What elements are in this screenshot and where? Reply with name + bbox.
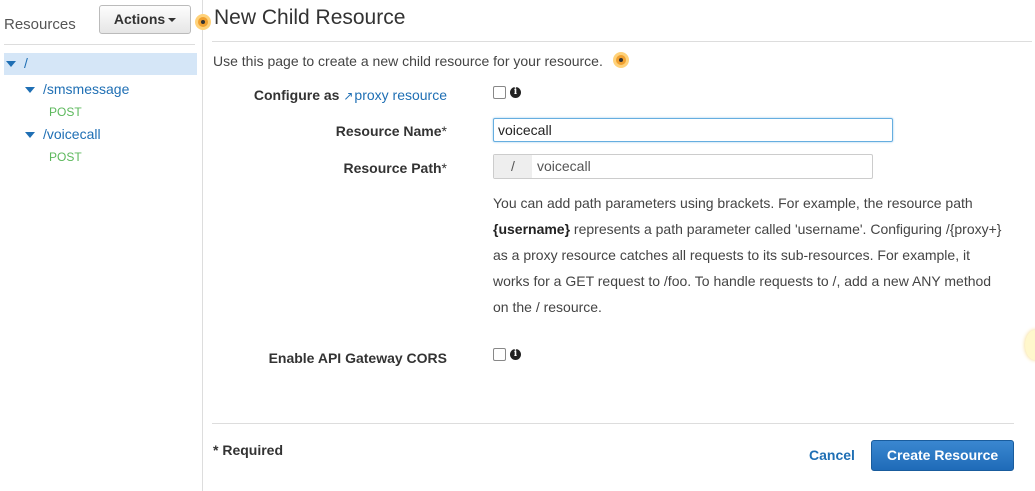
expand-triangle-icon[interactable]	[25, 132, 35, 138]
path-prefix: /	[494, 155, 532, 178]
method-post[interactable]: POST	[49, 150, 82, 164]
help-line: on the / resource.	[493, 294, 1013, 320]
tree-item-root[interactable]: /	[4, 53, 197, 75]
help-text: on the / resource.	[493, 299, 602, 315]
cors-label: Enable API Gateway CORS	[268, 350, 447, 366]
method-post[interactable]: POST	[49, 105, 82, 119]
help-line: as a proxy resource catches all requests…	[493, 242, 1013, 268]
caret-down-icon	[168, 18, 177, 23]
external-link-icon: ↗	[343, 89, 354, 103]
help-line: {username} represents a path parameter c…	[493, 216, 1013, 242]
create-resource-button[interactable]: Create Resource	[871, 440, 1014, 471]
resources-title: Resources	[4, 16, 76, 33]
help-text: represents a path parameter called 'user…	[570, 221, 1002, 237]
help-line: You can add path parameters using bracke…	[493, 190, 1013, 216]
help-bold: {username}	[493, 221, 571, 237]
resource-path-input[interactable]: / voicecall	[493, 154, 873, 179]
info-icon[interactable]: i	[510, 349, 521, 360]
cors-checkbox[interactable]	[493, 348, 506, 361]
resource-name-input[interactable]: voicecall	[493, 118, 893, 142]
actions-button[interactable]: Actions	[99, 5, 191, 34]
configure-proxy-label: Configure as ↗proxy resource	[254, 87, 447, 103]
hotspot-marker-icon	[1025, 330, 1035, 360]
tree-item-label: /smsmessage	[43, 81, 130, 97]
divider	[212, 423, 1014, 424]
expand-triangle-icon[interactable]	[25, 87, 35, 93]
tree-item-label: /	[24, 55, 28, 71]
proxy-link-label: proxy resource	[354, 87, 447, 103]
cancel-button[interactable]: Cancel	[809, 447, 855, 463]
required-note: * Required	[213, 442, 284, 458]
path-help-text: You can add path parameters using bracke…	[493, 190, 1013, 320]
configure-prefix: Configure as	[253, 87, 340, 103]
help-text: works for a GET request to /foo. To hand…	[493, 273, 992, 289]
required-star: *	[441, 123, 447, 139]
tree-item-smsmessage[interactable]: /smsmessage	[4, 79, 197, 101]
tree-item-label: /voicecall	[43, 126, 101, 142]
help-line: works for a GET request to /foo. To hand…	[493, 268, 1013, 294]
help-text: as a proxy resource catches all requests…	[493, 247, 970, 263]
help-text: You can add path parameters using bracke…	[493, 195, 973, 211]
actions-label: Actions	[113, 11, 166, 27]
divider	[4, 44, 195, 45]
resource-path-value: voicecall	[537, 158, 591, 174]
resource-name-value: voicecall	[498, 122, 552, 138]
hotspot-marker-icon	[198, 17, 208, 27]
page-title: New Child Resource	[214, 6, 406, 29]
resource-path-label-text: Resource Path	[343, 160, 442, 176]
resource-path-label: Resource Path*	[344, 160, 448, 176]
proxy-resource-checkbox[interactable]	[493, 86, 506, 99]
page-description: Use this page to create a new child reso…	[213, 53, 603, 69]
tree-item-voicecall[interactable]: /voicecall	[4, 124, 197, 146]
resource-name-label: Resource Name*	[336, 123, 447, 139]
divider	[212, 41, 1032, 42]
proxy-resource-link[interactable]: ↗proxy resource	[343, 87, 447, 103]
info-icon[interactable]: i	[510, 87, 521, 98]
resources-panel: Resources Actions / /smsmessage POST /vo…	[0, 0, 203, 491]
expand-triangle-icon[interactable]	[6, 61, 16, 67]
required-star: *	[441, 160, 447, 176]
hotspot-marker-icon	[616, 55, 626, 65]
resource-name-label-text: Resource Name	[335, 123, 442, 139]
